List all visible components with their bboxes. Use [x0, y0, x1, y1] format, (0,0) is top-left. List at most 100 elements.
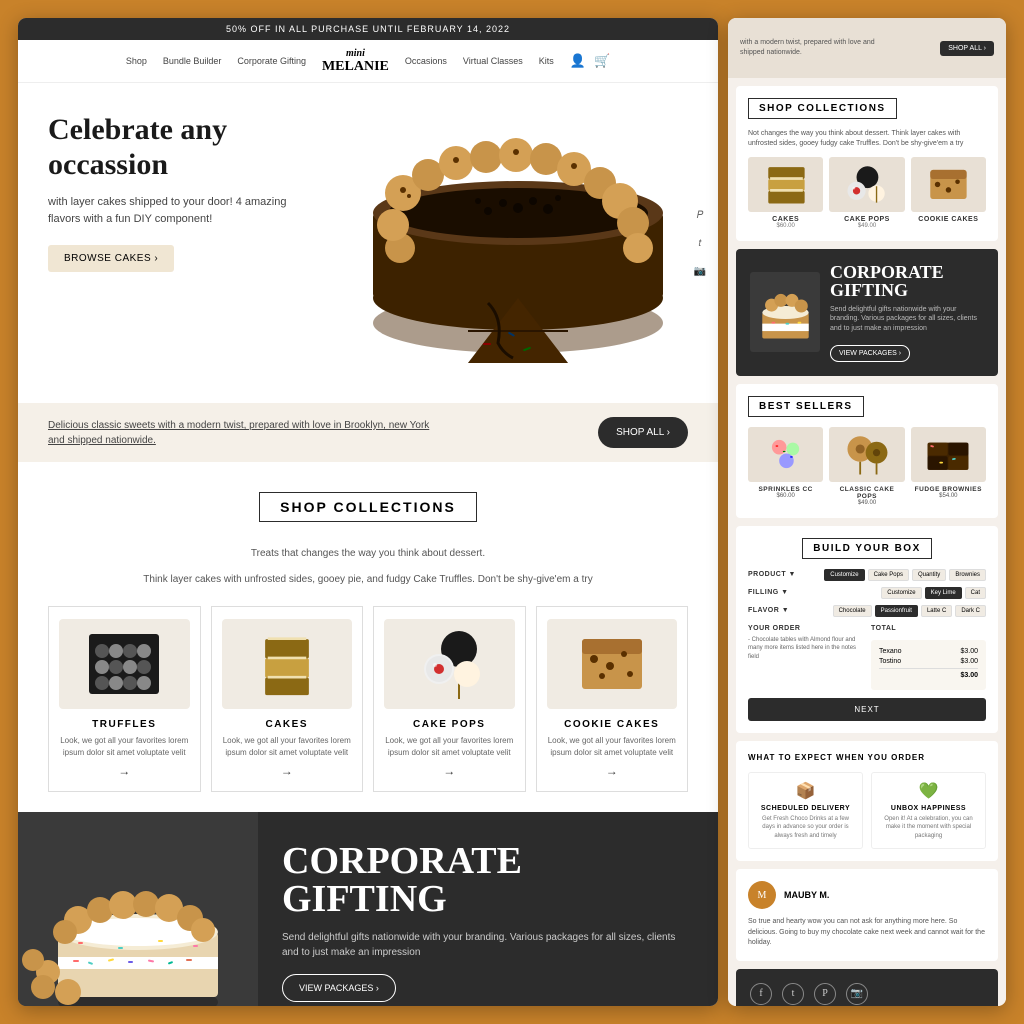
right-scroll[interactable]: with a modern twist, prepared with love …	[728, 18, 1006, 1006]
rp-item-cakes[interactable]: CAKES $60.00	[748, 157, 823, 229]
rp-total-item-1: Tostino	[879, 658, 901, 665]
cookiecakes-name: COOKIE CAKES	[547, 719, 678, 730]
rp-filling-chip-2[interactable]: Cat	[965, 587, 986, 599]
rp-filling-chip-0[interactable]: Customize	[881, 587, 921, 599]
truffles-image	[59, 619, 190, 709]
rp-bs-brownies-price: $54.00	[911, 493, 986, 499]
rp-total-label: TOTAL	[871, 625, 986, 632]
hero-section: Celebrate any occassion with layer cakes…	[18, 83, 718, 403]
cakes-image	[222, 619, 353, 709]
rp-avatar: M	[748, 881, 776, 909]
rp-corporate-content: CORPORATE GIFTING Send delightful gifts …	[830, 263, 984, 362]
nav-virtual-classes[interactable]: Virtual Classes	[463, 56, 523, 66]
user-icon[interactable]: 👤	[570, 53, 586, 69]
rp-total-row-0: Texano $3.00	[879, 648, 978, 655]
rp-product-chip-3[interactable]: Brownies	[949, 569, 986, 581]
rp-corp-title: CORPORATE GIFTING	[830, 263, 984, 299]
rp-cakes-label: CAKES	[748, 216, 823, 223]
rp-bs-brownies[interactable]: FUDGE BROWNIES $54.00	[911, 427, 986, 506]
rp-hero: with a modern twist, prepared with love …	[728, 18, 1006, 78]
rp-next-button[interactable]: NEXT	[748, 698, 986, 721]
nav-shop[interactable]: Shop	[126, 56, 147, 66]
rp-total-row-1: Tostino $3.00	[879, 658, 978, 665]
rp-bs-brownies-name: FUDGE BROWNIES	[911, 486, 986, 493]
corporate-description: Send delightful gifts nationwide with yo…	[282, 930, 694, 960]
collection-card-cookiecakes[interactable]: COOKIE CAKES Look, we got all your favor…	[536, 606, 689, 791]
rp-product-row: PRODUCT ▼ Customize Cake Pops Quantity B…	[748, 569, 986, 581]
truffles-arrow[interactable]: →	[59, 764, 190, 779]
cookiecakes-image	[547, 619, 678, 709]
right-panel: with a modern twist, prepared with love …	[728, 18, 1006, 1006]
rp-view-packages-btn[interactable]: VIEW PACKAGES ›	[830, 345, 910, 362]
rp-expect-title: WHAT TO EXPECT WHEN YOU ORDER	[748, 753, 986, 762]
twitter-icon[interactable]: 𝑡	[690, 233, 710, 253]
rp-flavor-chip-2[interactable]: Latte C	[921, 605, 952, 617]
rp-reviewer: M MAUBY M.	[748, 881, 986, 909]
cookiecakes-arrow[interactable]: →	[547, 764, 678, 779]
rp-cookiecakes-label: COOKIE CAKES	[911, 216, 986, 223]
cakes-arrow[interactable]: →	[222, 764, 353, 779]
browse-cakes-button[interactable]: BROWSE CAKES ›	[48, 245, 174, 272]
rp-product-chip-1[interactable]: Cake Pops	[868, 569, 909, 581]
shop-all-button[interactable]: SHOP ALL ›	[598, 417, 688, 448]
rp-expect-section: WHAT TO EXPECT WHEN YOU ORDER 📦 SCHEDULE…	[736, 741, 998, 861]
announcement-text: 50% OFF IN ALL PURCHASE UNTIL FEBRUARY 1…	[226, 24, 510, 34]
rp-filling-chip-1[interactable]: Key Lime	[925, 587, 962, 599]
rp-total-final-value: $3.00	[960, 672, 978, 679]
collection-card-cakepops[interactable]: CAKE POPS Look, we got all your favorite…	[373, 606, 526, 791]
cart-icon[interactable]: 🛒	[594, 53, 610, 69]
rp-flavor-options: Chocolate Passionfruit Latte C Dark C	[833, 605, 986, 617]
nav-kits[interactable]: Kits	[539, 56, 554, 66]
corporate-content: CORPORATE GIFTING Send delightful gifts …	[258, 812, 718, 1006]
collections-title: SHOP COLLECTIONS	[259, 492, 477, 522]
nav-bundle-builder[interactable]: Bundle Builder	[163, 56, 222, 66]
rp-bs-cakepops[interactable]: CLASSIC CAKE POPS $49.00	[829, 427, 904, 506]
logo-main: MELANIE	[322, 59, 389, 74]
cakes-desc: Look, we got all your favorites lorem ip…	[222, 735, 353, 757]
rp-shop-all-btn[interactable]: SHOP ALL ›	[940, 41, 994, 56]
collection-card-cakes[interactable]: CAKES Look, we got all your favorites lo…	[211, 606, 364, 791]
view-packages-button[interactable]: VIEW PACKAGES ›	[282, 974, 396, 1002]
nav-occasions[interactable]: Occasions	[405, 56, 447, 66]
rp-collection-grid: CAKES $60.00 CAKE POPS	[748, 157, 986, 229]
footer-instagram-icon[interactable]: 📷	[846, 983, 868, 1005]
rp-flavor-chip-3[interactable]: Dark C	[955, 605, 986, 617]
rp-flavor-chip-1[interactable]: Passionfruit	[875, 605, 918, 617]
nav-logo[interactable]: mini MELANIE	[322, 48, 389, 74]
rp-order-notes: YOUR ORDER - Chocolate tables with Almon…	[748, 625, 863, 690]
rp-bestsellers-grid: SPRINKLES CC $60.00 CLAS	[748, 427, 986, 506]
happiness-icon: 💚	[880, 781, 977, 801]
rp-expect-delivery: 📦 SCHEDULED DELIVERY Get Fresh Choco Dri…	[748, 772, 863, 849]
rp-build-title-wrap: BUILD YOUR BOX	[748, 538, 986, 569]
rp-cakes-price: $60.00	[748, 223, 823, 229]
footer-pinterest-icon[interactable]: P	[814, 983, 836, 1005]
tagline-text: Delicious classic sweets with a modern t…	[48, 418, 448, 448]
corporate-cake-image	[18, 812, 258, 1006]
rp-filling-options: Customize Key Lime Cat	[881, 587, 986, 599]
cakepops-arrow[interactable]: →	[384, 764, 515, 779]
footer-twitter-icon[interactable]: t	[782, 983, 804, 1005]
rp-corporate-image	[750, 272, 820, 352]
rp-footer-social: f t P 📷	[750, 983, 984, 1005]
collection-card-truffles[interactable]: TRUFFLES Look, we got all your favorites…	[48, 606, 201, 791]
rp-product-chip-2[interactable]: Quantity	[912, 569, 946, 581]
rp-bs-sprinkles[interactable]: SPRINKLES CC $60.00	[748, 427, 823, 506]
rp-item-cookiecakes[interactable]: COOKIE CAKES	[911, 157, 986, 229]
rp-delivery-name: SCHEDULED DELIVERY	[757, 805, 854, 812]
footer-facebook-icon[interactable]: f	[750, 983, 772, 1005]
rp-total-box: Texano $3.00 Tostino $3.00 $3.00	[871, 640, 986, 690]
rp-product-chip-0[interactable]: Customize	[824, 569, 864, 581]
rp-hero-text: with a modern twist, prepared with love …	[740, 38, 890, 58]
delivery-icon: 📦	[757, 781, 854, 801]
rp-collections-section: SHOP COLLECTIONS Not changes the way you…	[736, 86, 998, 241]
nav-corporate-gifting[interactable]: Corporate Gifting	[237, 56, 306, 66]
rp-flavor-chip-0[interactable]: Chocolate	[833, 605, 872, 617]
rp-flavor-label: FLAVOR ▼	[748, 607, 789, 614]
rp-reviewer-name: MAUBY M.	[784, 890, 829, 900]
rp-build-box-section: BUILD YOUR BOX PRODUCT ▼ Customize Cake …	[736, 526, 998, 733]
pinterest-icon[interactable]: 𝑃	[690, 205, 710, 225]
rp-item-cakepops[interactable]: CAKE POPS $49.00	[829, 157, 904, 229]
collection-grid: TRUFFLES Look, we got all your favorites…	[48, 606, 688, 791]
collection-subtitle2: Think layer cakes with unfrosted sides, …	[48, 572, 688, 588]
instagram-icon[interactable]: 📷	[690, 261, 710, 281]
